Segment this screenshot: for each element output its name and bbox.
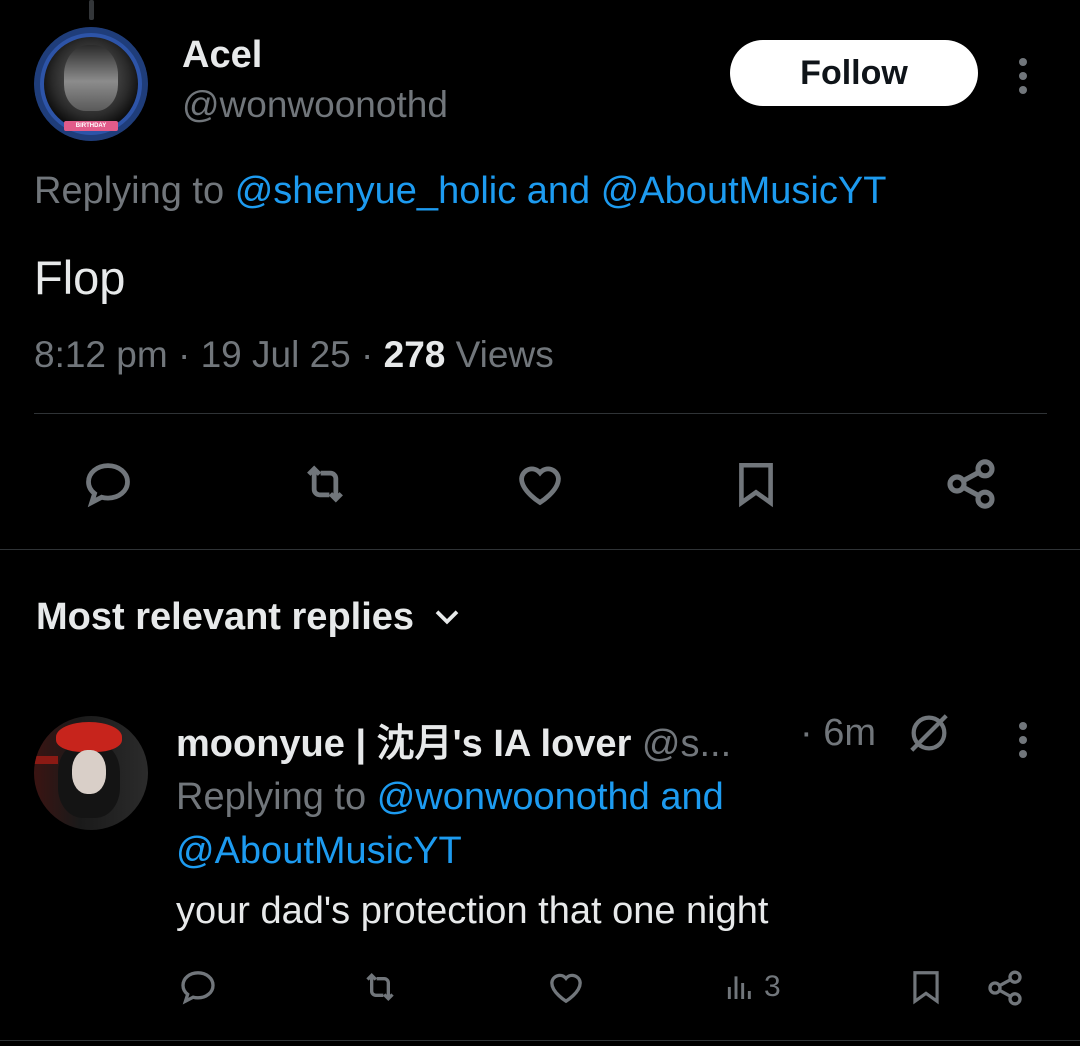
divider bbox=[0, 1040, 1080, 1041]
share-button[interactable] bbox=[942, 454, 1000, 514]
meta-separator: · bbox=[177, 334, 201, 375]
avatar-beret bbox=[56, 722, 122, 752]
follow-button[interactable]: Follow bbox=[730, 40, 978, 106]
reply-author-line: moonyue | 沈月's IA lover @s... bbox=[176, 712, 731, 767]
reply-author-avatar[interactable] bbox=[34, 716, 148, 830]
avatar-banner-text: BIRTHDAY bbox=[64, 121, 118, 131]
mention-link[interactable]: @shenyue_holic bbox=[235, 170, 517, 212]
tweet-text: Flop bbox=[34, 251, 126, 304]
retweet-button[interactable] bbox=[294, 456, 356, 512]
grok-icon bbox=[910, 714, 948, 752]
reply-button[interactable] bbox=[78, 456, 138, 512]
share-icon bbox=[947, 459, 995, 509]
reply-time[interactable]: · 6m bbox=[800, 712, 876, 755]
replying-and[interactable]: and bbox=[527, 170, 590, 212]
reply-text: your dad's protection that one night bbox=[176, 890, 769, 932]
share-icon bbox=[988, 970, 1022, 1006]
avatar-photo bbox=[64, 45, 118, 111]
reply-time-value: 6m bbox=[823, 712, 877, 754]
bookmark-icon bbox=[739, 462, 773, 508]
reply-views-count: 3 bbox=[764, 970, 781, 1003]
reply-author-handle[interactable]: @s... bbox=[642, 723, 731, 765]
replying-to-line: Replying to @shenyue_holic and @AboutMus… bbox=[34, 170, 886, 213]
tweet-time[interactable]: 8:12 pm bbox=[34, 334, 168, 375]
bookmark-button[interactable] bbox=[906, 964, 946, 1010]
reply-icon bbox=[86, 463, 130, 508]
replies-sort-dropdown[interactable]: Most relevant replies bbox=[36, 596, 462, 639]
bookmark-icon bbox=[913, 971, 939, 1005]
author-handle[interactable]: @wonwoonothd bbox=[182, 84, 448, 126]
reply-author-name[interactable]: moonyue | 沈月's IA lover bbox=[176, 723, 631, 765]
views-icon bbox=[727, 976, 751, 999]
retweet-icon bbox=[366, 972, 394, 1002]
divider bbox=[34, 413, 1047, 414]
avatar-background bbox=[34, 756, 58, 764]
more-icon[interactable] bbox=[1018, 722, 1028, 758]
replying-prefix: Replying to bbox=[176, 776, 367, 818]
divider bbox=[0, 549, 1080, 550]
replies-sort-label: Most relevant replies bbox=[36, 596, 415, 638]
like-button[interactable] bbox=[544, 966, 588, 1008]
tweet-date[interactable]: 19 Jul 25 bbox=[201, 334, 351, 375]
chevron-down-icon bbox=[435, 609, 459, 624]
heart-icon bbox=[550, 973, 582, 1004]
replying-prefix: Replying to bbox=[34, 170, 225, 212]
retweet-button[interactable] bbox=[356, 966, 404, 1008]
mention-link[interactable]: @wonwoonothd bbox=[377, 776, 650, 818]
author-name[interactable]: Acel bbox=[182, 34, 262, 77]
views-label: Views bbox=[455, 334, 554, 375]
mention-link[interactable]: @AboutMusicYT bbox=[601, 170, 887, 212]
heart-icon bbox=[519, 466, 561, 506]
views-count: 278 bbox=[383, 334, 446, 375]
replying-and[interactable]: and bbox=[660, 776, 723, 818]
like-button[interactable] bbox=[510, 456, 570, 512]
bookmark-button[interactable] bbox=[728, 454, 784, 514]
views-button[interactable]: 3 bbox=[724, 970, 781, 1004]
share-button[interactable] bbox=[984, 966, 1026, 1010]
mention-link[interactable]: @AboutMusicYT bbox=[176, 830, 462, 872]
grok-button[interactable] bbox=[904, 708, 954, 758]
avatar-face bbox=[72, 750, 106, 794]
reply-icon bbox=[181, 971, 215, 1005]
author-avatar[interactable]: BIRTHDAY bbox=[34, 27, 148, 141]
retweet-icon bbox=[307, 465, 343, 503]
thread-connector-line bbox=[89, 0, 94, 20]
reply-replying-to: Replying to @wonwoonothd and @AboutMusic… bbox=[176, 770, 876, 878]
meta-separator: · bbox=[361, 334, 384, 375]
reply-button[interactable] bbox=[176, 966, 220, 1008]
more-icon[interactable] bbox=[1018, 58, 1028, 94]
tweet-meta: 8:12 pm · 19 Jul 25 · 278 Views bbox=[34, 334, 554, 376]
